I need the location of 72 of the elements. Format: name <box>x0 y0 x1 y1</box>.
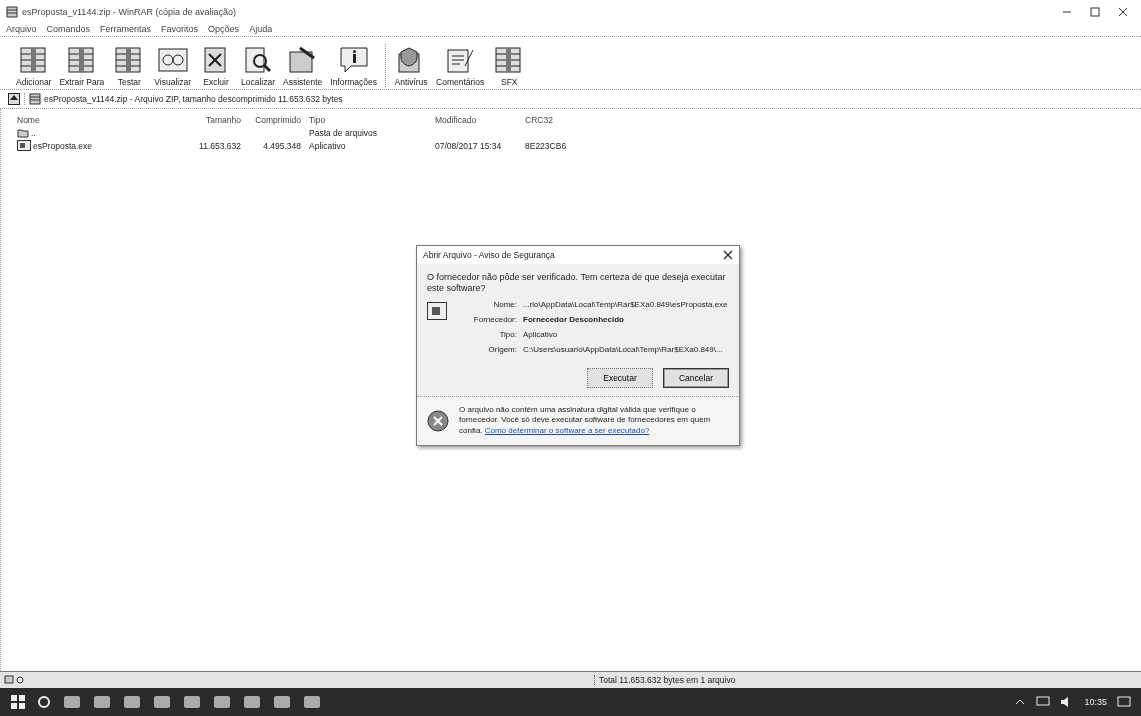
window-title: esProposta_v1144.zip - WinRAR (cópia de avaliação) <box>22 7 236 17</box>
field-value: Aplicativo <box>523 329 559 339</box>
taskbar-app-icon[interactable] <box>242 694 262 710</box>
menu-item[interactable]: Opções <box>204 24 244 34</box>
field-label: Origem: <box>487 344 517 354</box>
table-cell: Aplicativo <box>309 140 346 151</box>
up-folder-button[interactable] <box>8 93 20 105</box>
toolbar-button[interactable]: Informações <box>326 44 382 87</box>
menu-item[interactable]: Ajuda <box>245 24 277 34</box>
toolbar-button[interactable]: Visualizar <box>150 44 195 87</box>
dialog-question: O fornecedor não pôde ser verificado. Tem certeza de que deseja executar este software? <box>427 272 727 294</box>
close-icon[interactable] <box>1118 7 1128 17</box>
windows-start-icon[interactable] <box>10 694 26 710</box>
clock[interactable]: 10:35 <box>1084 697 1107 707</box>
field-label: Nome: <box>492 299 517 309</box>
taskbar-app-icon[interactable] <box>152 694 172 710</box>
executable-icon <box>427 301 447 320</box>
folder-up-icon <box>17 127 29 138</box>
toolbar-button[interactable]: Adicionar <box>12 44 56 87</box>
taskbar-app-icon[interactable] <box>62 694 82 710</box>
column-header[interactable]: CRC32 <box>521 114 581 125</box>
column-header[interactable]: Modificado <box>431 114 521 125</box>
executable-icon <box>17 140 31 151</box>
shield-warning-icon <box>427 409 449 432</box>
column-header[interactable]: Nome <box>13 114 183 125</box>
taskbar-app-icon[interactable] <box>92 694 112 710</box>
taskbar-app-icon[interactable] <box>122 694 142 710</box>
toolbar-button[interactable]: Testar <box>108 44 151 87</box>
toolbar-button[interactable]: Assistente <box>279 44 327 87</box>
address-field[interactable]: esProposta_v1144.zip - Arquivo ZIP, tamanho descomprimido 11.653.632 bytes <box>24 93 1133 105</box>
toolbar-button[interactable]: Excluir <box>195 44 237 87</box>
cancel-button[interactable]: Cancelar <box>663 367 729 388</box>
field-value: ...rio\AppData\Local\Temp\Rar$EXa0.849\esProposta.exe <box>523 299 728 309</box>
table-cell: 11.653.632 <box>199 140 241 151</box>
table-cell[interactable]: .. <box>31 127 36 138</box>
column-header[interactable]: Comprimido <box>245 114 305 125</box>
archive-icon <box>6 6 18 18</box>
notification-icon[interactable] <box>1117 695 1131 709</box>
close-button[interactable] <box>723 250 733 260</box>
toolbar-button[interactable]: Antivírus <box>385 44 433 87</box>
field-value: Fornecedor Desconhecido <box>523 314 625 324</box>
taskbar-app-icon[interactable] <box>212 694 232 710</box>
table-cell: Pasta de arquivos <box>309 127 378 138</box>
field-label: Tipo: <box>498 329 517 339</box>
taskbar-app-icon[interactable] <box>182 694 202 710</box>
toolbar-button[interactable]: Localizar <box>237 44 280 87</box>
toolbar-button[interactable]: Comentários <box>432 44 489 87</box>
table-cell: 07/08/2017 15:34 <box>435 140 502 151</box>
run-button[interactable]: Executar <box>587 367 653 388</box>
menu-item[interactable]: Comandos <box>42 24 95 34</box>
field-value: C:\Users\usuario\AppData\Local\Temp\Rar$EXa0.849\... <box>523 344 724 354</box>
table-cell: 4.495.348 <box>263 140 301 151</box>
column-header[interactable]: Tipo <box>305 114 431 125</box>
help-link[interactable]: Como determinar o software a ser executado? <box>484 426 650 436</box>
toolbar-button[interactable]: Extrair Para <box>55 44 109 87</box>
warning-text: O arquivo não contém uma assinatura digital válida que verifique o fornecedor. Você só deve executar software de fornecedores em quem confia. Como determinar o software a ser executado? <box>459 404 712 437</box>
taskbar-app-icon[interactable] <box>272 694 292 710</box>
table-cell: 8E223CB6 <box>525 140 567 151</box>
field-label: Fornecedor: <box>472 314 517 324</box>
search-icon[interactable] <box>36 694 52 710</box>
column-header[interactable]: Tamanho <box>183 114 245 125</box>
status-text: Total 11.653.632 bytes em 1 arquivo <box>594 675 736 685</box>
menu-item[interactable]: Arquivo <box>2 24 41 34</box>
maximize-icon[interactable] <box>1090 7 1100 17</box>
network-icon[interactable] <box>1036 696 1051 708</box>
toolbar-button[interactable]: SFX <box>488 44 531 87</box>
menu-item[interactable]: Favoritos <box>157 24 203 34</box>
taskbar-app-icon[interactable] <box>302 694 322 710</box>
archive-icon <box>29 93 41 105</box>
dialog-title: Abrir Arquivo - Aviso de Segurança <box>423 250 555 260</box>
table-cell[interactable]: esProposta.exe <box>33 140 93 151</box>
menu-item[interactable]: Ferramentas <box>96 24 156 34</box>
